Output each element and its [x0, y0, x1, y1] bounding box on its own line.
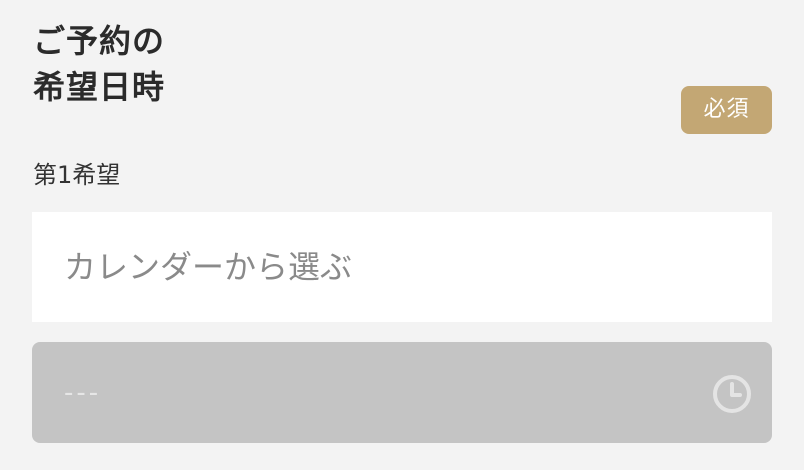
reservation-datetime-section: ご予約の 希望日時 必須 第1希望 ---	[0, 0, 804, 470]
section-title: ご予約の 希望日時	[33, 18, 165, 110]
required-badge: 必須	[681, 86, 772, 134]
section-title-line-1: ご予約の	[33, 22, 166, 60]
date-picker-input[interactable]	[32, 212, 772, 322]
time-select-value: ---	[64, 378, 102, 408]
section-title-line-2: 希望日時	[33, 68, 166, 106]
time-select[interactable]: ---	[32, 342, 772, 443]
clock-icon	[713, 375, 751, 413]
first-preference-label: 第1希望	[33, 161, 121, 189]
